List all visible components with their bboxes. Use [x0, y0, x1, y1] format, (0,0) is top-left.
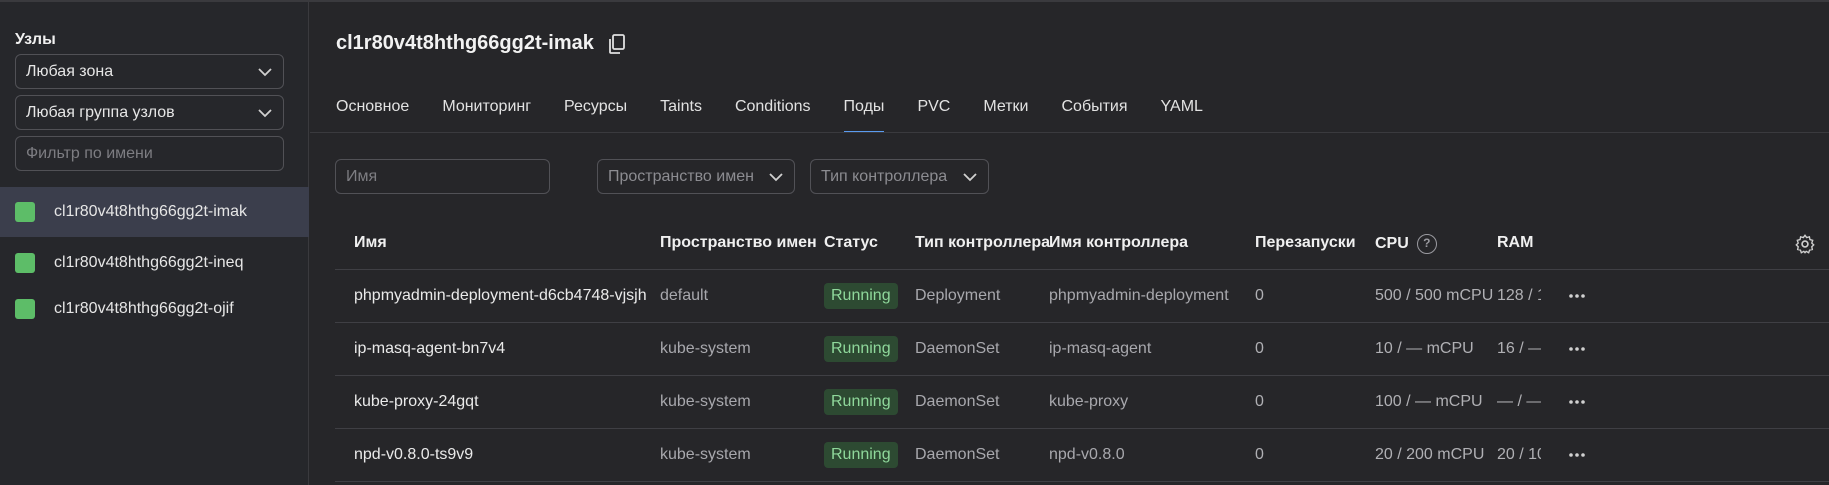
node-detail-panel: cl1r80v4t8hthg66gg2t-imak Основное Монит…	[310, 2, 1829, 485]
pod-namespace: default	[660, 287, 709, 304]
tab-resources[interactable]: Ресурсы	[564, 98, 627, 134]
pod-name: kube-proxy-24gqt	[354, 393, 479, 410]
node-item-ojif[interactable]: cl1r80v4t8hthg66gg2t-ojif	[0, 284, 309, 334]
pod-namespace: kube-system	[660, 340, 751, 357]
sidebar-title: Узлы	[15, 31, 56, 48]
tabs-bar: Основное Мониторинг Ресурсы Taints Condi…	[336, 98, 1236, 134]
pod-name-placeholder: Имя	[346, 168, 378, 185]
ram-value: — / — M	[1497, 393, 1541, 410]
chevron-down-icon	[258, 68, 272, 77]
node-item-label: cl1r80v4t8hthg66gg2t-ojif	[54, 300, 234, 317]
node-filter-placeholder: Фильтр по имени	[26, 145, 153, 162]
tab-pvc[interactable]: PVC	[917, 98, 950, 134]
col-restarts[interactable]: Перезапуски	[1255, 234, 1356, 252]
tab-labels[interactable]: Метки	[983, 98, 1028, 134]
cpu-value: 500 / 500 mCPU	[1375, 287, 1494, 304]
node-item-ineq[interactable]: cl1r80v4t8hthg66gg2t-ineq	[0, 238, 309, 288]
tab-taints[interactable]: Taints	[660, 98, 702, 134]
more-actions-icon[interactable]	[1567, 339, 1587, 359]
page-title: cl1r80v4t8hthg66gg2t-imak	[336, 32, 627, 55]
cpu-value: 20 / 200 mCPU	[1375, 446, 1485, 463]
chevron-down-icon	[258, 109, 272, 118]
node-item-label: cl1r80v4t8hthg66gg2t-imak	[54, 203, 248, 220]
pod-name-filter[interactable]: Имя	[335, 159, 550, 194]
status-badge: Running	[824, 283, 898, 309]
col-cpu[interactable]: CPU?	[1375, 234, 1437, 254]
zone-select[interactable]: Любая зона	[15, 54, 284, 89]
controller-name: kube-proxy	[1049, 393, 1129, 410]
node-item-label: cl1r80v4t8hthg66gg2t-ineq	[54, 254, 244, 271]
ram-value: 128 / 128	[1497, 287, 1541, 304]
node-group-select-value: Любая группа узлов	[26, 104, 175, 121]
ram-value: 20 / 100	[1497, 446, 1541, 463]
controller-type: DaemonSet	[915, 446, 1000, 463]
node-name-title: cl1r80v4t8hthg66gg2t-imak	[336, 32, 594, 54]
controller-name: phpmyadmin-deployment	[1049, 287, 1229, 304]
tab-overview[interactable]: Основное	[336, 98, 409, 134]
tab-monitoring[interactable]: Мониторинг	[442, 98, 531, 134]
copy-icon[interactable]	[607, 33, 627, 55]
controller-type: Deployment	[915, 287, 1001, 304]
pod-name: ip-masq-agent-bn7v4	[354, 340, 506, 357]
more-actions-icon[interactable]	[1567, 445, 1587, 465]
node-filter-input[interactable]: Фильтр по имени	[15, 136, 284, 171]
col-name[interactable]: Имя	[354, 234, 387, 252]
col-namespace[interactable]: Пространство имен	[660, 234, 817, 252]
node-status-icon	[15, 299, 35, 319]
col-controller-name[interactable]: Имя контроллера	[1049, 234, 1188, 252]
nodes-sidebar: Узлы Любая зона Любая группа узлов Фильт…	[0, 2, 309, 485]
zone-select-value: Любая зона	[26, 63, 114, 80]
status-badge: Running	[824, 336, 898, 362]
node-item-imak[interactable]: cl1r80v4t8hthg66gg2t-imak	[0, 187, 309, 237]
controller-type-select[interactable]: Тип контроллера	[810, 159, 989, 194]
namespace-select-value: Пространство имен	[608, 168, 754, 185]
controller-type: DaemonSet	[915, 393, 1000, 410]
controller-name: ip-masq-agent	[1049, 340, 1152, 357]
gear-icon[interactable]	[1794, 233, 1816, 255]
restarts-count: 0	[1255, 446, 1264, 463]
pod-namespace: kube-system	[660, 446, 751, 463]
restarts-count: 0	[1255, 340, 1264, 357]
tab-yaml[interactable]: YAML	[1161, 98, 1203, 134]
chevron-down-icon	[963, 173, 977, 182]
controller-type: DaemonSet	[915, 340, 1000, 357]
col-cpu-label: CPU	[1375, 235, 1409, 253]
cpu-value: 100 / — mCPU	[1375, 393, 1483, 410]
table-row[interactable]: kube-proxy-24gqt kube-system Running Dae…	[335, 376, 1829, 429]
col-status[interactable]: Статус	[824, 234, 878, 252]
restarts-count: 0	[1255, 393, 1264, 410]
table-row[interactable]: npd-v0.8.0-ts9v9 kube-system Running Dae…	[335, 429, 1829, 482]
restarts-count: 0	[1255, 287, 1264, 304]
table-header: Имя Пространство имен Статус Тип контрол…	[335, 218, 1829, 270]
namespace-select[interactable]: Пространство имен	[597, 159, 795, 194]
tab-conditions[interactable]: Conditions	[735, 98, 811, 134]
node-group-select[interactable]: Любая группа узлов	[15, 95, 284, 130]
node-status-icon	[15, 253, 35, 273]
controller-type-select-value: Тип контроллера	[821, 168, 948, 185]
col-controller-type[interactable]: Тип контроллера	[915, 234, 1050, 252]
pod-name: phpmyadmin-deployment-d6cb4748-vjsjh	[354, 287, 647, 304]
cpu-value: 10 / — mCPU	[1375, 340, 1474, 357]
status-badge: Running	[824, 389, 898, 415]
chevron-down-icon	[769, 173, 783, 182]
node-status-icon	[15, 202, 35, 222]
table-row[interactable]: ip-masq-agent-bn7v4 kube-system Running …	[335, 323, 1829, 376]
pods-table: Имя Пространство имен Статус Тип контрол…	[335, 218, 1829, 482]
more-actions-icon[interactable]	[1567, 286, 1587, 306]
more-actions-icon[interactable]	[1567, 392, 1587, 412]
pod-namespace: kube-system	[660, 393, 751, 410]
col-ram-label: RAM	[1497, 234, 1534, 251]
table-row[interactable]: phpmyadmin-deployment-d6cb4748-vjsjh def…	[335, 270, 1829, 323]
tab-pods[interactable]: Поды	[843, 98, 884, 134]
help-icon[interactable]: ?	[1416, 234, 1437, 254]
status-badge: Running	[824, 442, 898, 468]
col-ram[interactable]: RAM	[1497, 234, 1533, 252]
pod-name: npd-v0.8.0-ts9v9	[354, 446, 474, 463]
ram-value: 16 / — M	[1497, 340, 1541, 357]
tabs-divider	[310, 132, 1829, 133]
tab-events[interactable]: События	[1061, 98, 1127, 134]
controller-name: npd-v0.8.0	[1049, 446, 1125, 463]
